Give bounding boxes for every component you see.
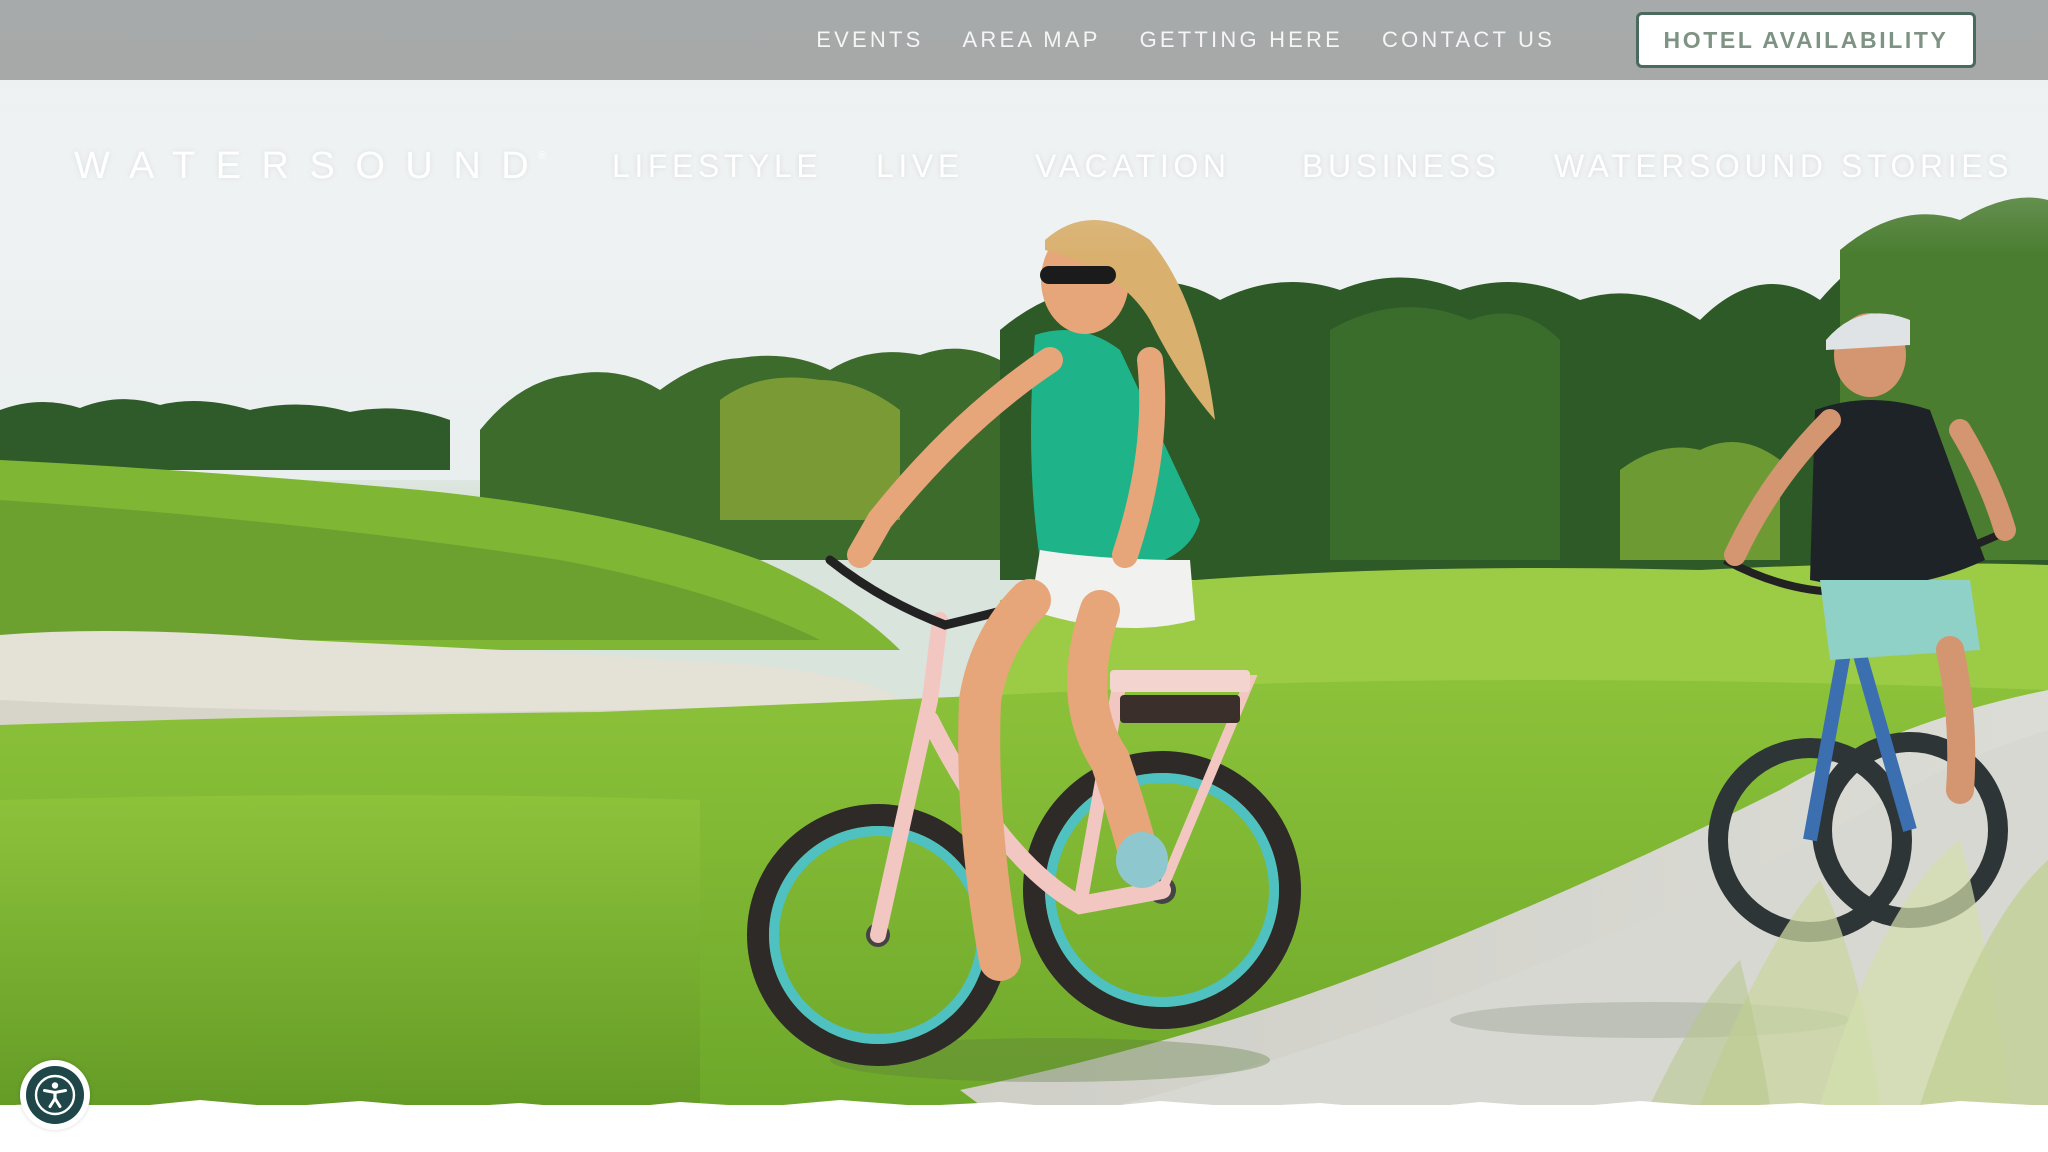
- accessibility-button[interactable]: [20, 1060, 90, 1130]
- utility-link-getting-here[interactable]: GETTING HERE: [1140, 27, 1343, 53]
- accessibility-badge: [26, 1066, 84, 1124]
- accessibility-icon: [34, 1074, 76, 1116]
- main-nav: WATERSOUND ® LIFESTYLE LIVE VACATION BUS…: [0, 80, 2048, 255]
- nav-item-lifestyle[interactable]: LIFESTYLE: [612, 148, 822, 185]
- utility-links: EVENTS AREA MAP GETTING HERE CONTACT US: [816, 27, 1555, 53]
- page: EVENTS AREA MAP GETTING HERE CONTACT US …: [0, 0, 2048, 1152]
- nav-item-vacation[interactable]: VACATION: [1035, 148, 1231, 185]
- torn-paper-edge: [0, 1100, 2048, 1152]
- nav-item-watersound-stories[interactable]: WATERSOUND STORIES: [1554, 148, 2013, 185]
- utility-bar: EVENTS AREA MAP GETTING HERE CONTACT US …: [0, 0, 2048, 80]
- nav-item-live[interactable]: LIVE: [876, 148, 964, 185]
- utility-link-area-map[interactable]: AREA MAP: [963, 27, 1101, 53]
- hotel-availability-button[interactable]: HOTEL AVAILABILITY: [1636, 12, 1976, 68]
- utility-link-events[interactable]: EVENTS: [816, 27, 923, 53]
- utility-link-contact-us[interactable]: CONTACT US: [1382, 27, 1555, 53]
- watersound-logo[interactable]: WATERSOUND: [74, 145, 549, 188]
- nav-item-business[interactable]: BUSINESS: [1302, 148, 1501, 185]
- registered-mark: ®: [538, 150, 547, 162]
